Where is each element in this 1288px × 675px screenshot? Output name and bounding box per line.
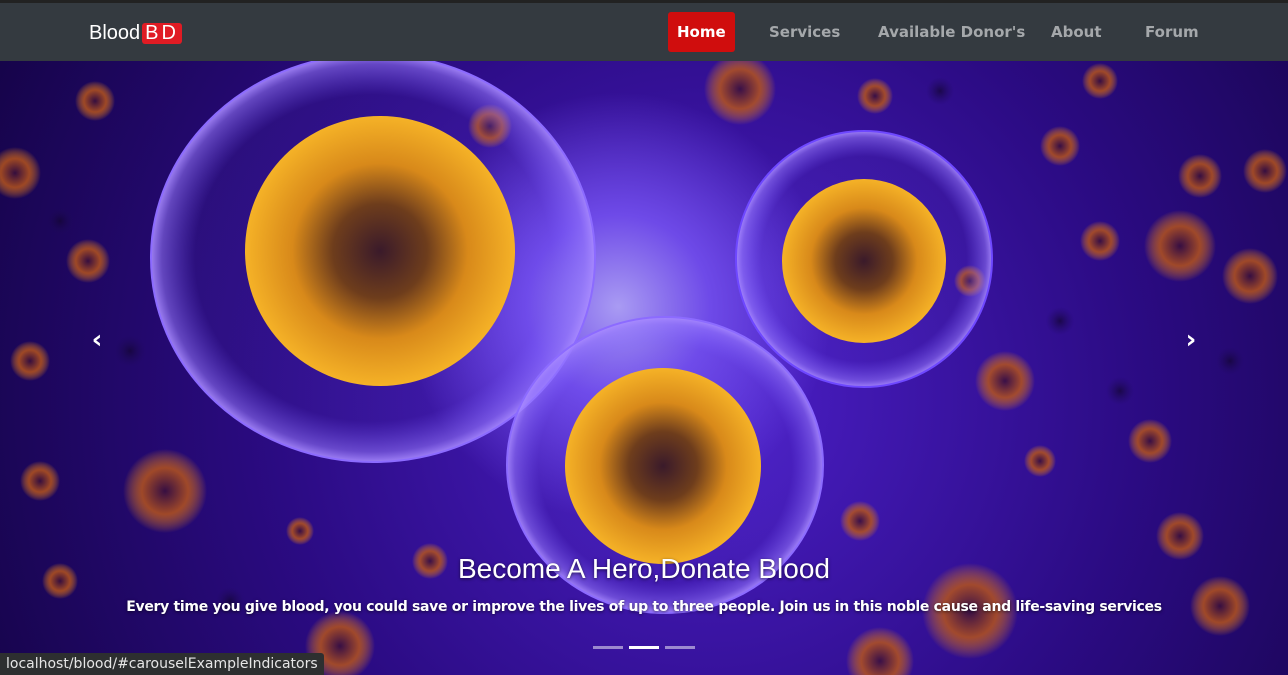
nav-available-donors[interactable]: Available Donor's: [878, 12, 1025, 52]
carousel-prev-button[interactable]: ‹: [82, 325, 112, 355]
chevron-right-icon: ›: [1185, 325, 1197, 355]
nav-forum[interactable]: Forum: [1145, 12, 1199, 52]
nav-about[interactable]: About: [1051, 12, 1102, 52]
carousel-caption-text: Every time you give blood, you could sav…: [126, 599, 1162, 615]
brand-name: Blood: [89, 22, 141, 44]
brand-logo[interactable]: Blood BD: [89, 22, 182, 45]
carousel-next-button[interactable]: ›: [1176, 325, 1206, 355]
carousel-indicator-1[interactable]: [593, 646, 623, 649]
browser-status-bar: localhost/blood/#carouselExampleIndicato…: [0, 653, 324, 675]
brand-badge: BD: [142, 23, 182, 44]
hero-carousel: ‹ › Become A Hero,Donate Blood Every tim…: [0, 61, 1288, 675]
nav-home[interactable]: Home: [668, 12, 735, 52]
navbar: Blood BD Home Services Available Donor's …: [0, 0, 1288, 61]
carousel-indicator-3[interactable]: [665, 646, 695, 649]
carousel-caption-title: Become A Hero,Donate Blood: [457, 553, 830, 584]
chevron-left-icon: ‹: [91, 325, 103, 355]
carousel-indicator-2[interactable]: [629, 646, 659, 649]
nav-services[interactable]: Services: [769, 12, 840, 52]
